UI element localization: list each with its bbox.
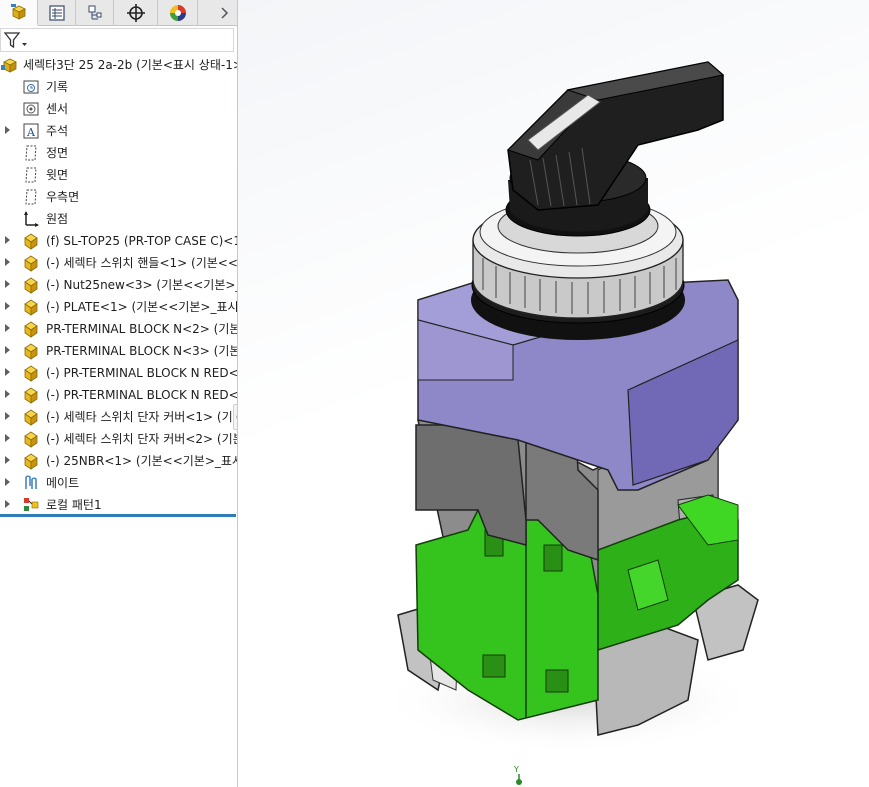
graphics-area[interactable]: Y [238,0,869,787]
expand-arrow-icon[interactable] [4,411,14,423]
crosshair-icon [126,4,145,22]
expand-arrow-icon[interactable] [4,367,14,379]
tree-item-label: (-) 25NBR<1> (기본<<기본>_표시 상태 1>) [46,454,238,468]
expand-arrow-icon[interactable] [4,257,14,269]
tree-item-label: (-) PR-TERMINAL BLOCK N RED<2> (기본<<기본>_… [46,388,238,402]
expand-arrow-icon[interactable] [4,433,14,445]
tree-root-label: 세렉타3단 25 2a-2b (기본<표시 상태-1>) [23,58,238,72]
tree-item[interactable]: 센서 [0,98,237,120]
tree-item-label: (-) PR-TERMINAL BLOCK N RED<1> (기본<<기본>_… [46,366,238,380]
tree-item[interactable]: (-) 25NBR<1> (기본<<기본>_표시 상태 1>) [0,450,238,472]
property-list-icon [48,5,65,21]
tree-item-label: PR-TERMINAL BLOCK N<2> (기본<<기본>_표시 상태 1>… [46,322,237,336]
feature-tree-icon [10,4,26,20]
tree-item[interactable]: (-) PR-TERMINAL BLOCK N RED<2> (기본<<기본>_… [0,384,238,406]
part-icon [22,364,40,382]
plane-icon [22,188,40,206]
feature-manager-panel: 세렉타3단 25 2a-2b (기본<표시 상태-1>) 기록센서 A 주석정면윗면우… [0,0,238,787]
tree-item[interactable]: 기록 [0,76,237,98]
tree-root-assembly[interactable]: 세렉타3단 25 2a-2b (기본<표시 상태-1>) [0,54,238,76]
tree-item[interactable]: (-) 세렉타 스위치 핸들<1> (기본<<기본>_표시 상태 1>) [0,252,238,274]
tree-item[interactable]: (-) PR-TERMINAL BLOCK N RED<1> (기본<<기본>_… [0,362,238,384]
tree-item[interactable]: (-) 세렉타 스위치 단자 커버<1> (기본<<기본>_표시 상태 1>) [0,406,237,428]
tree-item-label: (-) 세렉타 스위치 단자 커버<2> (기본<<기본>_표시 상태 1>) [46,432,237,446]
tree-item-label: 정면 [46,146,69,160]
tree-item-label: (-) Nut25new<3> (기본<<기본>_표시 상태 1>) [46,278,237,292]
plane-icon [22,144,40,162]
assembly-icon [1,56,19,74]
part-icon [22,430,40,448]
history-icon [22,78,40,96]
tree-item-label: 주석 [46,124,69,138]
tree-item[interactable]: 메이트 [0,472,237,494]
pattern-icon [22,496,40,514]
tree-item-label: (-) 세렉타 스위치 단자 커버<1> (기본<<기본>_표시 상태 1>) [46,410,237,424]
mates-icon [22,474,40,492]
expand-arrow-icon[interactable] [4,477,14,489]
expand-arrow-icon[interactable] [4,125,14,137]
tree-item-label: 로컬 패턴1 [46,498,102,512]
view-triad: Y [510,765,528,785]
svg-text:A: A [26,126,36,139]
part-icon [22,386,40,404]
plane-icon [22,166,40,184]
expand-arrow-icon[interactable] [4,345,14,357]
appearance-icon [169,5,186,21]
configuration-icon [88,5,101,20]
tree-item-label: 메이트 [46,476,80,490]
tree-item-label: 윗면 [46,168,69,182]
tree-item[interactable]: 로컬 패턴1 [0,494,237,516]
tree-item[interactable]: 정면 [0,142,237,164]
tree-filter[interactable] [0,28,234,52]
selector-switch-3d-model[interactable] [238,0,869,787]
property-manager-tab[interactable] [38,0,76,26]
dimxpert-tab[interactable] [114,0,158,26]
configuration-manager-tab[interactable] [76,0,114,26]
tree-item[interactable]: (-) Nut25new<3> (기본<<기본>_표시 상태 1>) [0,274,237,296]
tree-item[interactable]: (-) PLATE<1> (기본<<기본>_표시 상태 1>) [0,296,238,318]
tree-item-label: 원점 [46,212,69,226]
part-icon [22,342,40,360]
tree-item-label: PR-TERMINAL BLOCK N<3> (기본<<기본>_표시 상태 1>… [46,344,237,358]
chevron-right-icon[interactable] [216,4,232,22]
tree-item[interactable]: 윗면 [0,164,237,186]
tree-item-label: (-) 세렉타 스위치 핸들<1> (기본<<기본>_표시 상태 1>) [46,256,238,270]
expand-arrow-icon[interactable] [4,301,14,313]
tree-item[interactable]: PR-TERMINAL BLOCK N<2> (기본<<기본>_표시 상태 1>… [0,318,237,340]
part-icon [22,408,40,426]
expand-arrow-icon[interactable] [4,235,14,247]
part-icon [22,232,40,250]
expand-arrow-icon[interactable] [4,279,14,291]
tree-item[interactable]: 우측면 [0,186,237,208]
expand-arrow-icon[interactable] [4,323,14,335]
tree-item-label: 기록 [46,80,69,94]
sensor-icon [22,100,40,118]
tree-item[interactable]: A 주석 [0,120,237,142]
tree-item[interactable]: PR-TERMINAL BLOCK N<3> (기본<<기본>_표시 상태 1>… [0,340,237,362]
tree-item-label: 센서 [46,102,69,116]
triad-y-label: Y [513,765,519,774]
tree-end-divider [0,514,236,517]
tree-item[interactable]: 원점 [0,208,237,230]
feature-manager-tab[interactable] [0,0,38,26]
manager-tabs [0,0,237,26]
part-icon [22,452,40,470]
expand-arrow-icon[interactable] [4,389,14,401]
part-icon [22,276,40,294]
origin-icon [22,210,40,228]
tree-item-label: 우측면 [46,190,80,204]
tree-item[interactable]: (-) 세렉타 스위치 단자 커버<2> (기본<<기본>_표시 상태 1>) [0,428,237,450]
tree-item[interactable]: (f) SL-TOP25 (PR-TOP CASE C)<1> (기본<<기본>… [0,230,237,252]
part-icon [22,298,40,316]
part-icon [22,320,40,338]
part-icon [22,254,40,272]
tree-item-label: (f) SL-TOP25 (PR-TOP CASE C)<1> (기본<<기본>… [46,234,237,248]
tree-item-label: (-) PLATE<1> (기본<<기본>_표시 상태 1>) [46,300,238,314]
expand-arrow-icon[interactable] [4,455,14,467]
expand-arrow-icon[interactable] [4,499,14,511]
annotation-icon: A [22,122,40,140]
filter-icon[interactable] [4,32,28,50]
display-manager-tab[interactable] [158,0,198,26]
